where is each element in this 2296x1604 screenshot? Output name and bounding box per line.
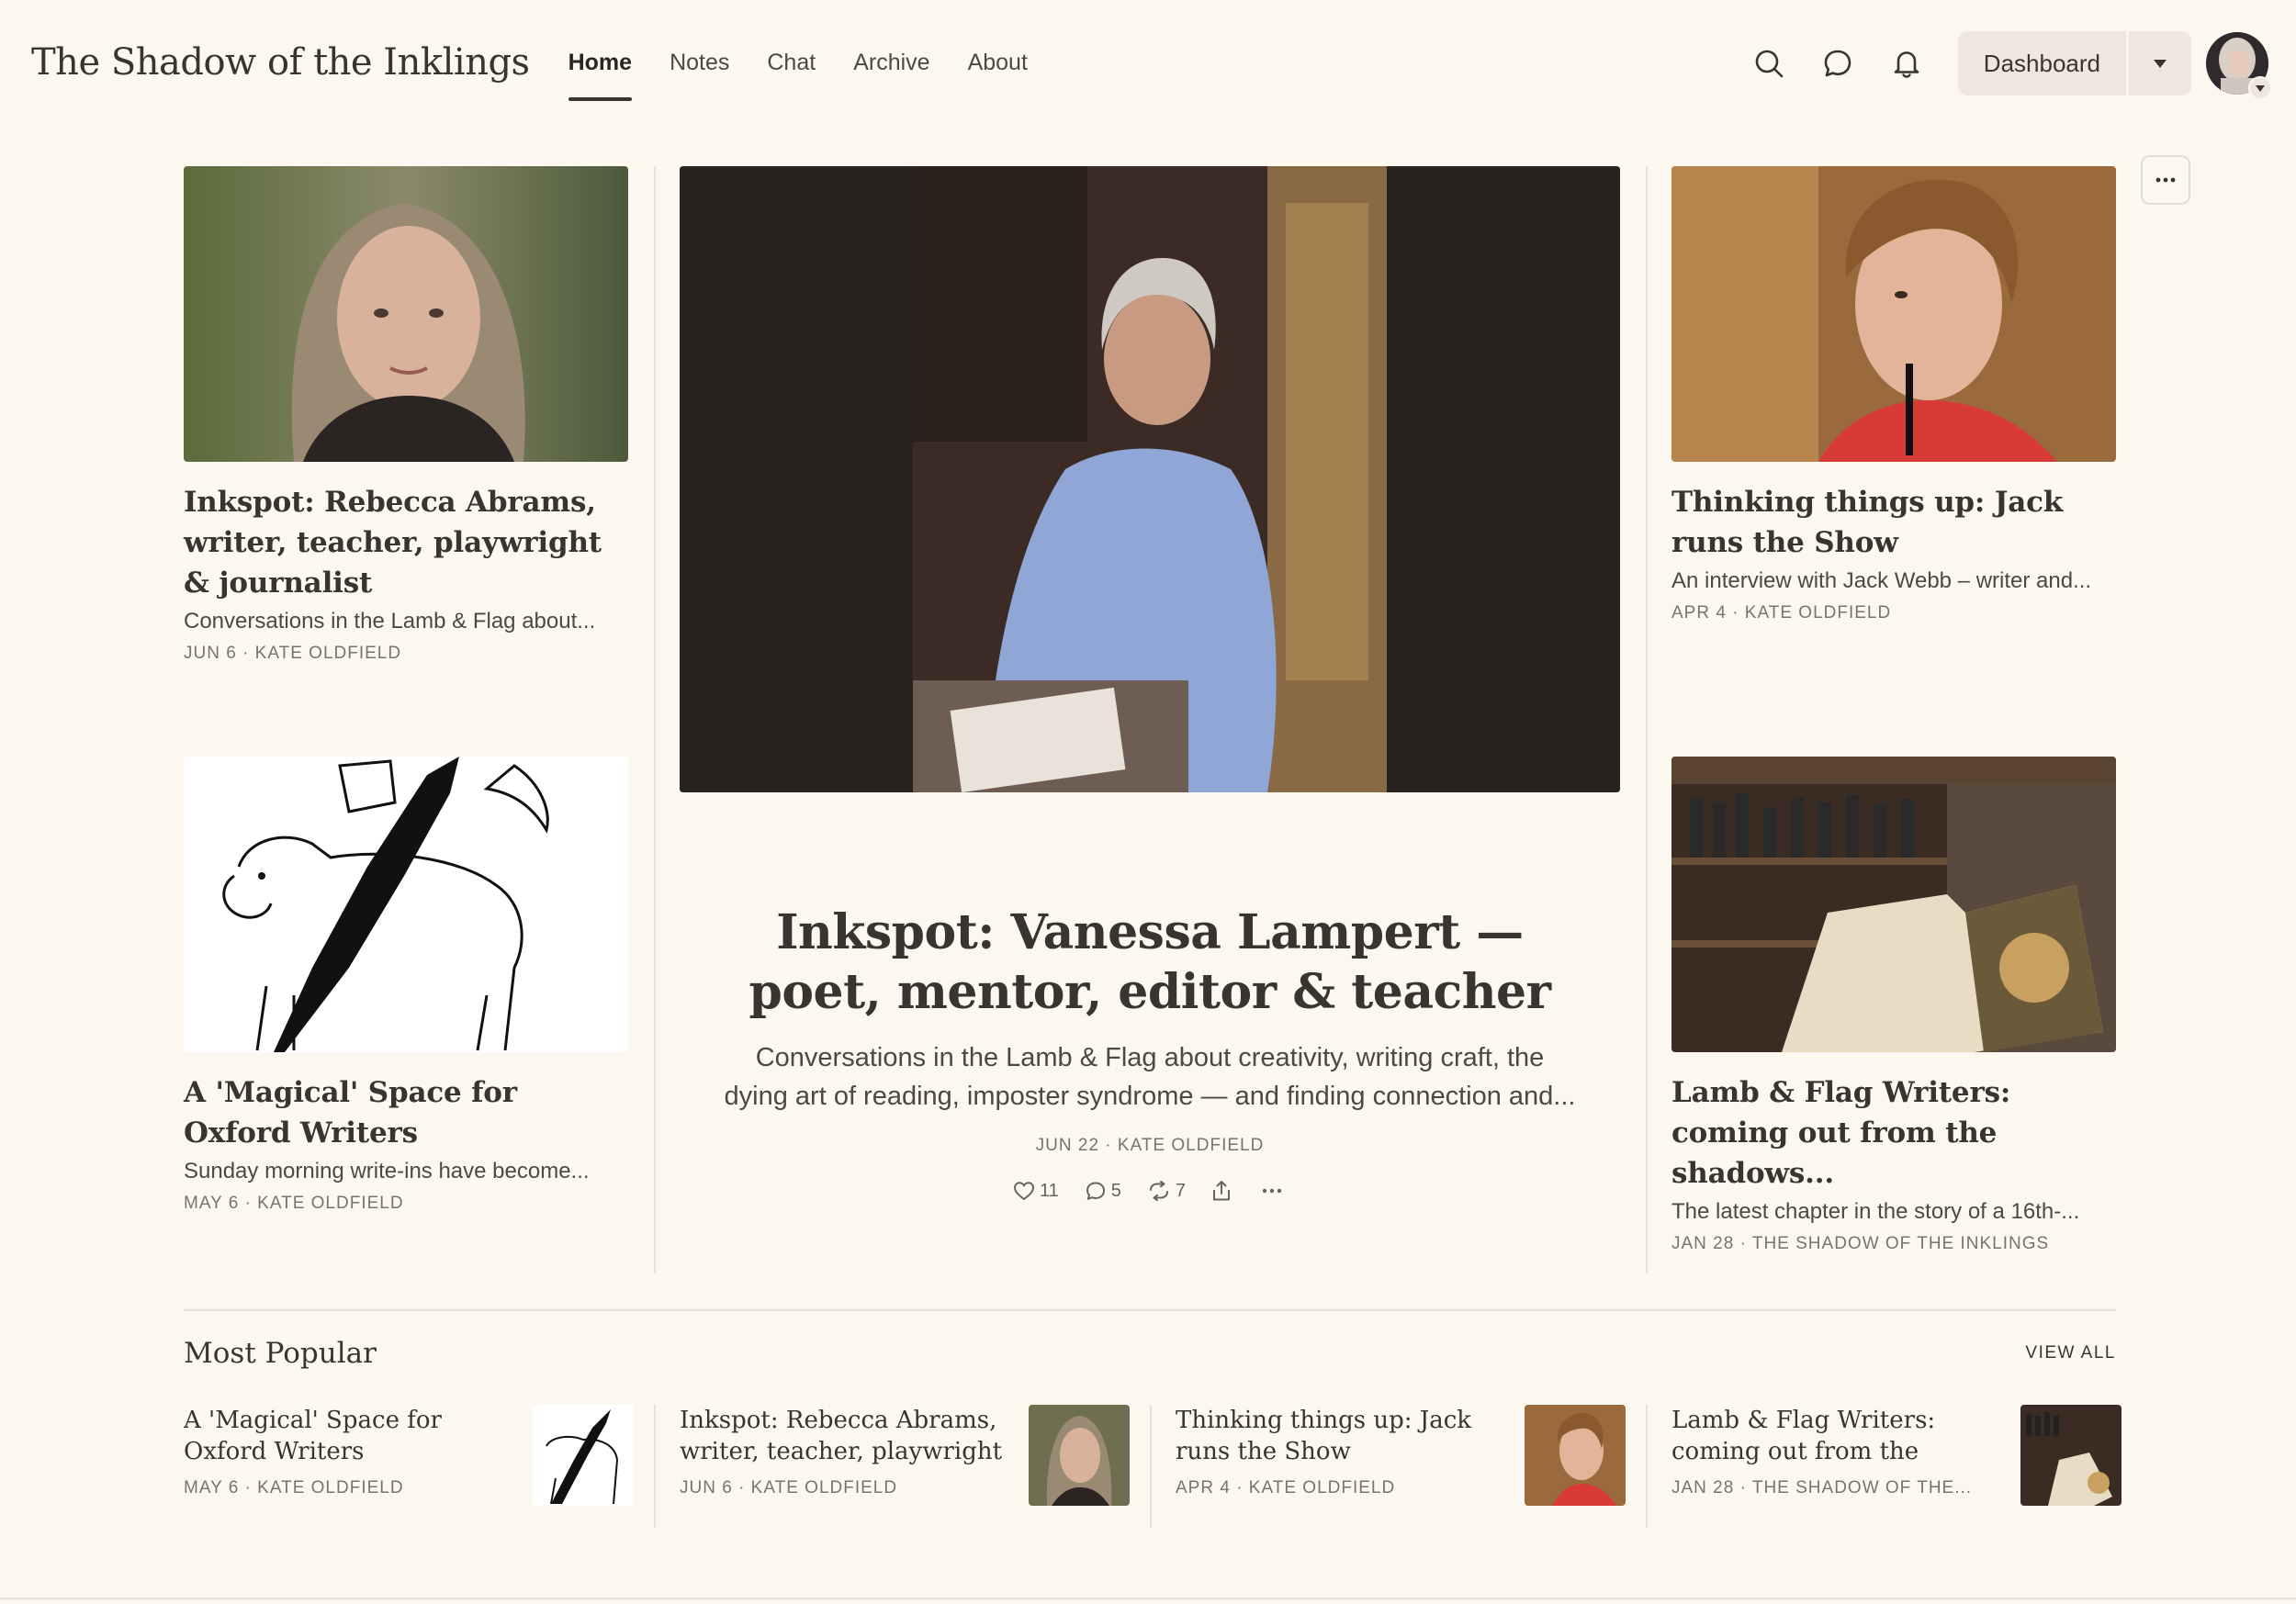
featured-post-image[interactable] bbox=[680, 166, 1620, 792]
post-image-jack-webb bbox=[1671, 166, 2116, 462]
post-card-rebecca-abrams[interactable]: Inkspot: Rebecca Abrams, writer, teacher… bbox=[184, 166, 628, 664]
featured-post-title[interactable]: Inkspot: Vanessa Lampert — poet, mentor,… bbox=[680, 903, 1620, 1022]
comment-count: 5 bbox=[1110, 1180, 1121, 1201]
popular-item-thumbnail bbox=[533, 1405, 634, 1506]
popular-item[interactable]: Inkspot: Rebecca Abrams, writer, teacher… bbox=[680, 1405, 1130, 1508]
popular-item[interactable]: Lamb & Flag Writers: coming out from the… bbox=[1671, 1405, 2122, 1508]
post-subtitle: An interview with Jack Webb – writer and… bbox=[1671, 568, 2092, 593]
post-image-pub-book bbox=[1671, 757, 2116, 1052]
popular-item-meta: MAY 6 · KATE OLDFIELD bbox=[184, 1478, 404, 1497]
post-meta: MAY 6 · KATE OLDFIELD bbox=[184, 1194, 404, 1213]
comment-icon bbox=[1086, 1182, 1105, 1200]
publication-title[interactable]: The Shadow of the Inklings bbox=[31, 41, 530, 84]
restack-icon bbox=[1149, 1181, 1168, 1201]
column-divider-left bbox=[654, 166, 656, 1273]
user-avatar-menu[interactable] bbox=[2206, 32, 2272, 100]
featured-post: Inkspot: Vanessa Lampert — poet, mentor,… bbox=[680, 166, 1620, 1202]
tab-archive[interactable]: Archive bbox=[853, 0, 929, 125]
post-title[interactable]: Lamb & Flag Writers: coming out from the… bbox=[1671, 1072, 2116, 1194]
share-icon bbox=[1213, 1181, 1230, 1201]
avatar-menu-caret-icon bbox=[2248, 76, 2272, 100]
restack-count: 7 bbox=[1175, 1180, 1186, 1201]
restack-button[interactable]: 7 bbox=[1147, 1181, 1186, 1202]
post-title[interactable]: Thinking things up: Jack runs the Show bbox=[1671, 482, 2116, 563]
popular-divider bbox=[1646, 1405, 1648, 1528]
post-card-jack-runs-the-show[interactable]: Thinking things up: Jack runs the Show A… bbox=[1671, 166, 2116, 623]
post-card-magical-space[interactable]: A 'Magical' Space for Oxford Writers Sun… bbox=[184, 757, 628, 1214]
search-icon[interactable] bbox=[1747, 41, 1791, 85]
featured-subtitle-line-1: Conversations in the Lamb & Flag about c… bbox=[755, 1043, 1545, 1072]
main-nav: Home Notes Chat Archive About bbox=[568, 0, 1065, 125]
ellipsis-icon bbox=[1262, 1188, 1282, 1194]
popular-item[interactable]: Thinking things up: Jack runs the Show A… bbox=[1176, 1405, 1626, 1508]
featured-title-line-1: Inkspot: Vanessa Lampert — bbox=[776, 904, 1524, 960]
popular-item-meta: JAN 28 · THE SHADOW OF THE... bbox=[1671, 1478, 1973, 1497]
like-button[interactable]: 11 bbox=[1013, 1181, 1059, 1202]
featured-title-line-2: poet, mentor, editor & teacher bbox=[748, 964, 1552, 1020]
comment-button[interactable]: 5 bbox=[1085, 1181, 1121, 1202]
chat-bubble-icon[interactable] bbox=[1816, 41, 1860, 85]
post-meta: APR 4 · KATE OLDFIELD bbox=[1671, 603, 1892, 623]
most-popular-header: Most Popular VIEW ALL bbox=[184, 1337, 2116, 1370]
post-more-button[interactable] bbox=[1262, 1188, 1287, 1194]
post-image-lamb-and-quill bbox=[184, 757, 628, 1052]
popular-divider bbox=[1150, 1405, 1152, 1528]
popular-item-meta: APR 4 · KATE OLDFIELD bbox=[1176, 1478, 1396, 1497]
caret-down-icon bbox=[2154, 60, 2167, 68]
popular-divider bbox=[654, 1405, 656, 1528]
tab-notes[interactable]: Notes bbox=[670, 0, 729, 125]
view-all-link[interactable]: VIEW ALL bbox=[2025, 1343, 2116, 1363]
dashboard-dropdown-button[interactable] bbox=[2129, 31, 2191, 95]
page-bottom-rule bbox=[0, 1598, 2296, 1599]
post-meta: JAN 28 · THE SHADOW OF THE INKLINGS bbox=[1671, 1234, 2050, 1253]
post-image-rebecca-abrams bbox=[184, 166, 628, 462]
tab-home[interactable]: Home bbox=[568, 0, 633, 125]
header-actions: Dashboard bbox=[1747, 31, 2272, 100]
heart-icon bbox=[1013, 1182, 1034, 1201]
popular-item-title: Thinking things up: Jack runs the Show bbox=[1176, 1407, 1472, 1465]
popular-item-title: A 'Magical' Space for Oxford Writers bbox=[184, 1407, 442, 1465]
post-title[interactable]: A 'Magical' Space for Oxford Writers bbox=[184, 1072, 628, 1153]
featured-subtitle-line-2: dying art of reading, imposter syndrome … bbox=[724, 1082, 1576, 1111]
section-divider bbox=[184, 1309, 2116, 1311]
popular-item-thumbnail bbox=[1029, 1405, 1130, 1506]
popular-item[interactable]: A 'Magical' Space for Oxford Writers MAY… bbox=[184, 1405, 634, 1508]
post-subtitle: The latest chapter in the story of a 16t… bbox=[1671, 1199, 2080, 1224]
post-subtitle: Sunday morning write-ins have become... bbox=[184, 1159, 590, 1183]
ellipsis-icon bbox=[2155, 177, 2176, 183]
dashboard-button[interactable]: Dashboard bbox=[1957, 31, 2126, 95]
post-meta: JUN 6 · KATE OLDFIELD bbox=[184, 644, 402, 663]
featured-post-meta: JUN 22 · KATE OLDFIELD bbox=[1035, 1136, 1265, 1155]
post-title[interactable]: Inkspot: Rebecca Abrams, writer, teacher… bbox=[184, 482, 628, 603]
featured-post-subtitle: Conversations in the Lamb & Flag about c… bbox=[680, 1038, 1620, 1116]
popular-item-title: Lamb & Flag Writers: coming out from the… bbox=[1671, 1407, 1936, 1465]
share-button[interactable] bbox=[1211, 1180, 1236, 1202]
featured-post-actions: 11 5 7 bbox=[680, 1180, 1620, 1202]
popular-item-title: Inkspot: Rebecca Abrams, writer, teacher… bbox=[680, 1407, 1003, 1465]
dashboard-split-button: Dashboard bbox=[1957, 31, 2191, 95]
popular-item-thumbnail bbox=[2020, 1405, 2122, 1506]
top-navbar: The Shadow of the Inklings Home Notes Ch… bbox=[0, 0, 2296, 125]
most-popular-heading: Most Popular bbox=[184, 1337, 377, 1370]
popular-item-thumbnail bbox=[1525, 1405, 1626, 1506]
post-card-lamb-flag-writers[interactable]: Lamb & Flag Writers: coming out from the… bbox=[1671, 757, 2116, 1254]
column-divider-right bbox=[1646, 166, 1648, 1273]
post-subtitle: Conversations in the Lamb & Flag about..… bbox=[184, 609, 596, 634]
bell-icon[interactable] bbox=[1885, 41, 1929, 85]
popular-item-meta: JUN 6 · KATE OLDFIELD bbox=[680, 1478, 898, 1497]
tab-about[interactable]: About bbox=[968, 0, 1028, 125]
layout-more-options-button[interactable] bbox=[2141, 155, 2190, 205]
like-count: 11 bbox=[1039, 1180, 1059, 1201]
tab-chat[interactable]: Chat bbox=[767, 0, 816, 125]
